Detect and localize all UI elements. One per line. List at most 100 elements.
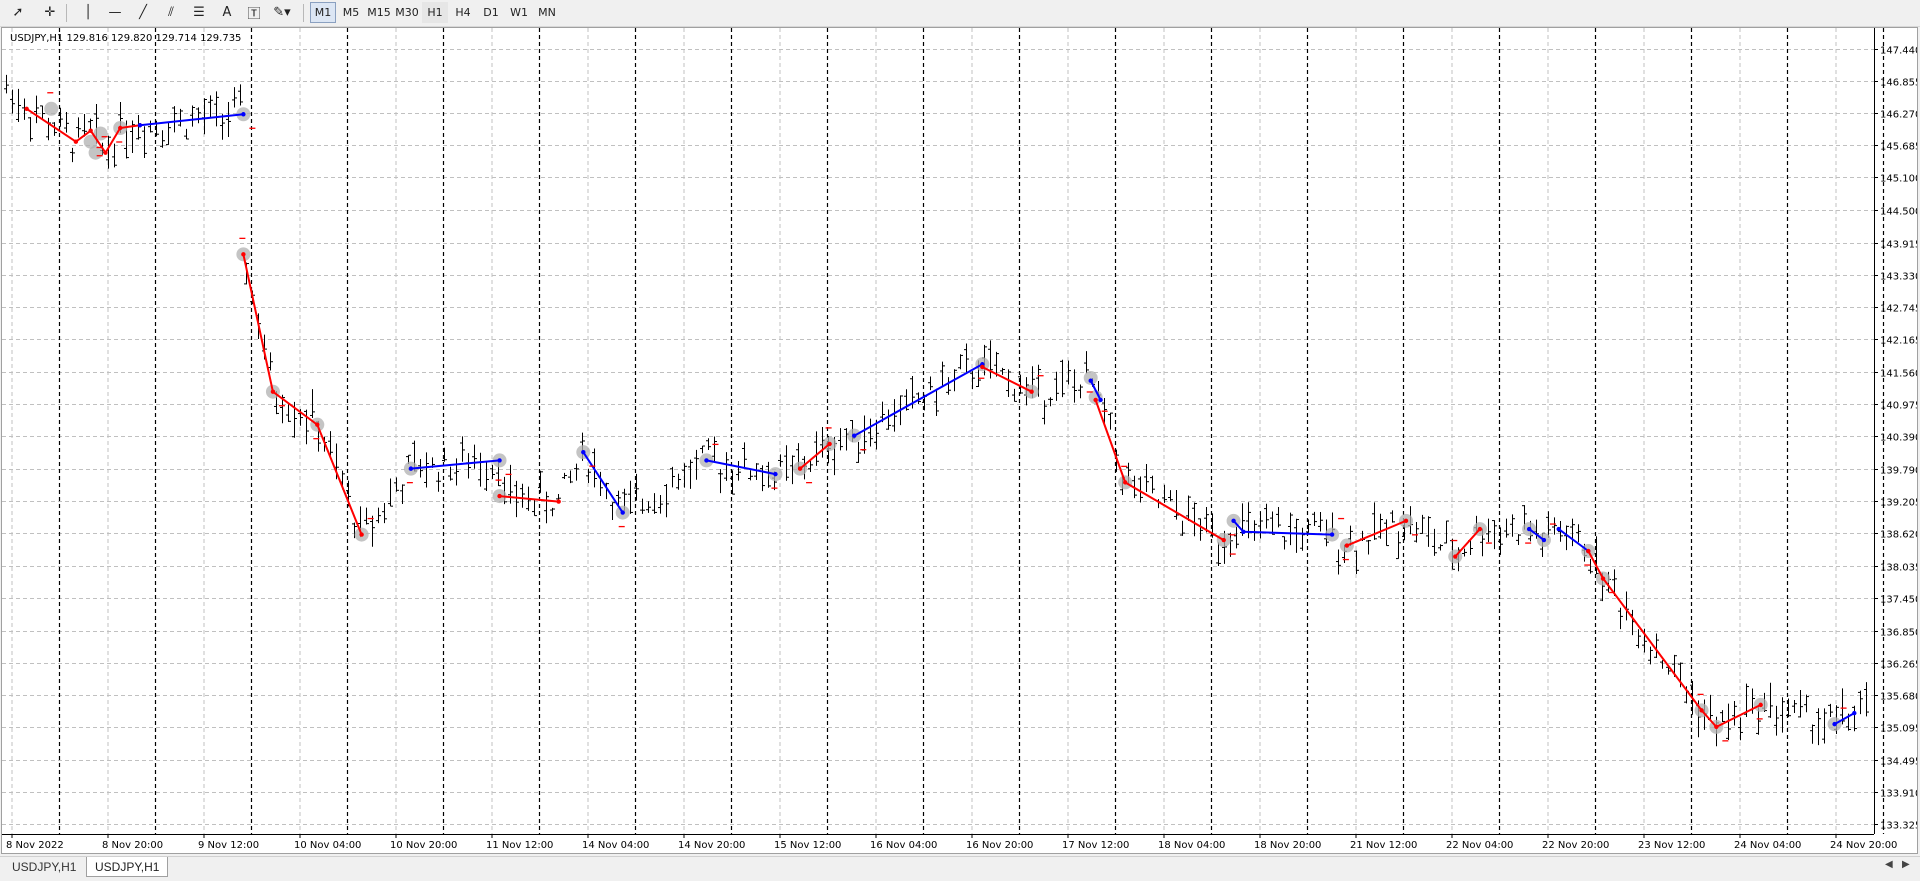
timeframe-h1-button[interactable]: H1 bbox=[422, 2, 448, 23]
price-tick-label: 142.745 bbox=[1880, 304, 1917, 315]
zigzag-up-segment bbox=[242, 254, 363, 535]
zigzag-vertex bbox=[137, 123, 143, 128]
time-tick-label: 14 Nov 04:00 bbox=[582, 840, 649, 851]
price-tick-label: 140.390 bbox=[1880, 433, 1917, 444]
zigzag-vertex bbox=[1403, 518, 1409, 524]
chart-tab[interactable]: USDJPY,H1 bbox=[4, 857, 84, 877]
text-tool-icon[interactable]: A bbox=[215, 2, 239, 23]
zigzag-vertex bbox=[556, 499, 561, 504]
price-tick-label: 137.450 bbox=[1880, 595, 1917, 606]
timeframe-mn-button[interactable]: MN bbox=[534, 2, 560, 23]
pivot-marker bbox=[44, 101, 59, 116]
scroll-right-icon[interactable]: ▶ bbox=[1902, 859, 1910, 870]
scroll-left-icon[interactable]: ◀ bbox=[1885, 859, 1893, 870]
arrows-tool-icon[interactable]: ✎▾ bbox=[270, 2, 294, 23]
timeframe-m15-button[interactable]: M15 bbox=[366, 2, 392, 23]
zigzag-vertex bbox=[73, 139, 79, 144]
price-tick-label: 140.975 bbox=[1880, 401, 1917, 412]
zigzag-vertex bbox=[24, 106, 29, 111]
zigzag-vertex bbox=[103, 150, 108, 155]
zigzag-vertex bbox=[1241, 529, 1246, 535]
price-tick-label: 139.790 bbox=[1880, 466, 1917, 477]
zigzag-vertex bbox=[408, 466, 414, 471]
price-tick-label: 146.855 bbox=[1880, 78, 1917, 89]
time-tick-label: 18 Nov 04:00 bbox=[1158, 840, 1225, 851]
timeframe-m1-button[interactable]: M1 bbox=[310, 2, 336, 23]
zigzag-vertex bbox=[773, 471, 778, 477]
chart-area[interactable]: 147.440 146.855 146.270 145.685 145.100 144.5… bbox=[1, 27, 1918, 854]
text-label-tool-icon[interactable]: 🅃 bbox=[242, 2, 266, 23]
zigzag-vertex bbox=[241, 112, 246, 117]
zigzag-vertex bbox=[620, 510, 625, 515]
cursor-tool-icon[interactable]: ➚ bbox=[6, 2, 30, 23]
toolbar-separator bbox=[303, 4, 304, 22]
time-tick-label: 8 Nov 20:00 bbox=[102, 840, 163, 851]
price-tick-label: 141.560 bbox=[1880, 369, 1917, 380]
price-tick-label: 139.205 bbox=[1880, 498, 1917, 509]
zigzag-vertex bbox=[1098, 397, 1103, 403]
zigzag-vertex bbox=[241, 252, 246, 257]
price-tick-label: 133.910 bbox=[1880, 789, 1917, 800]
zigzag-vertex bbox=[1029, 389, 1034, 394]
price-tick-label: 143.330 bbox=[1880, 272, 1917, 283]
price-tick-label: 142.165 bbox=[1880, 336, 1917, 347]
zigzag-vertex bbox=[359, 532, 364, 537]
zigzag-up-segment bbox=[499, 495, 559, 503]
time-tick-label: 10 Nov 04:00 bbox=[294, 840, 361, 851]
timeframe-m5-button[interactable]: M5 bbox=[338, 2, 364, 23]
time-tick-label: 8 Nov 2022 bbox=[6, 840, 64, 851]
price-tick-label: 133.325 bbox=[1880, 821, 1917, 832]
price-tick-label: 135.680 bbox=[1880, 692, 1917, 703]
zigzag-vertex bbox=[315, 422, 320, 427]
price-tick-label: 144.500 bbox=[1880, 207, 1917, 218]
price-tick-label: 145.685 bbox=[1880, 142, 1917, 153]
zigzag-vertex bbox=[88, 128, 93, 133]
vertical-line-tool-icon[interactable]: │ bbox=[76, 2, 100, 23]
zigzag-vertex bbox=[1556, 526, 1561, 532]
time-tick-label: 18 Nov 20:00 bbox=[1254, 840, 1321, 851]
price-tick-label: 138.620 bbox=[1880, 530, 1917, 541]
timeframe-m30-button[interactable]: M30 bbox=[394, 2, 420, 23]
zigzag-vertex bbox=[497, 458, 502, 463]
zigzag-vertex bbox=[1344, 543, 1350, 548]
chart-tab[interactable]: USDJPY,H1 bbox=[86, 857, 169, 877]
price-tick-label: 138.035 bbox=[1880, 563, 1917, 574]
timeframe-w1-button[interactable]: W1 bbox=[506, 2, 532, 23]
zigzag-down-segment bbox=[1558, 528, 1589, 552]
zigzag-vertex bbox=[118, 125, 123, 131]
channel-tool-icon[interactable]: ⫽ bbox=[159, 2, 183, 23]
price-tick-label: 136.265 bbox=[1880, 660, 1917, 671]
chart-info-label: USDJPY,H1 129.816 129.820 129.714 129.73… bbox=[10, 33, 241, 44]
timeframe-h4-button[interactable]: H4 bbox=[450, 2, 476, 23]
time-tick-label: 15 Nov 12:00 bbox=[774, 840, 841, 851]
zigzag-vertex bbox=[1088, 378, 1093, 383]
zigzag-vertex bbox=[1123, 480, 1128, 485]
time-tick-label: 22 Nov 20:00 bbox=[1542, 840, 1609, 851]
time-tick-label: 21 Nov 12:00 bbox=[1350, 840, 1417, 851]
fibonacci-tool-icon[interactable]: ☰ bbox=[187, 2, 211, 23]
price-tick-label: 134.495 bbox=[1880, 757, 1917, 768]
zigzag-vertex bbox=[980, 364, 985, 370]
zigzag-vertex bbox=[1832, 721, 1837, 727]
zigzag-vertex bbox=[1453, 554, 1458, 559]
crosshair-tool-icon[interactable]: ✛ bbox=[38, 2, 62, 23]
time-tick-label: 17 Nov 12:00 bbox=[1062, 840, 1129, 851]
time-tick-label: 23 Nov 12:00 bbox=[1638, 840, 1705, 851]
zigzag-up-segment bbox=[1094, 399, 1225, 541]
trendline-tool-icon[interactable]: ╱ bbox=[131, 2, 155, 23]
time-tick-label: 11 Nov 12:00 bbox=[486, 840, 553, 851]
price-tick-label: 147.440 bbox=[1880, 46, 1917, 57]
zigzag-vertex bbox=[1541, 537, 1547, 543]
zigzag-vertex bbox=[852, 433, 857, 438]
price-tick-label: 143.915 bbox=[1880, 240, 1917, 251]
time-tick-label: 10 Nov 20:00 bbox=[390, 840, 457, 851]
zigzag-vertex bbox=[1600, 576, 1606, 581]
price-chart[interactable]: 147.440 146.855 146.270 145.685 145.100 144.5… bbox=[2, 28, 1917, 853]
zigzag-down-segment bbox=[853, 363, 983, 437]
zigzag-up-segment bbox=[981, 366, 1033, 393]
time-tick-label: 22 Nov 04:00 bbox=[1446, 840, 1513, 851]
timeframe-d1-button[interactable]: D1 bbox=[478, 2, 504, 23]
horizontal-line-tool-icon[interactable]: — bbox=[103, 2, 127, 23]
zigzag-vertex bbox=[1093, 397, 1098, 403]
zigzag-vertex bbox=[704, 458, 709, 463]
